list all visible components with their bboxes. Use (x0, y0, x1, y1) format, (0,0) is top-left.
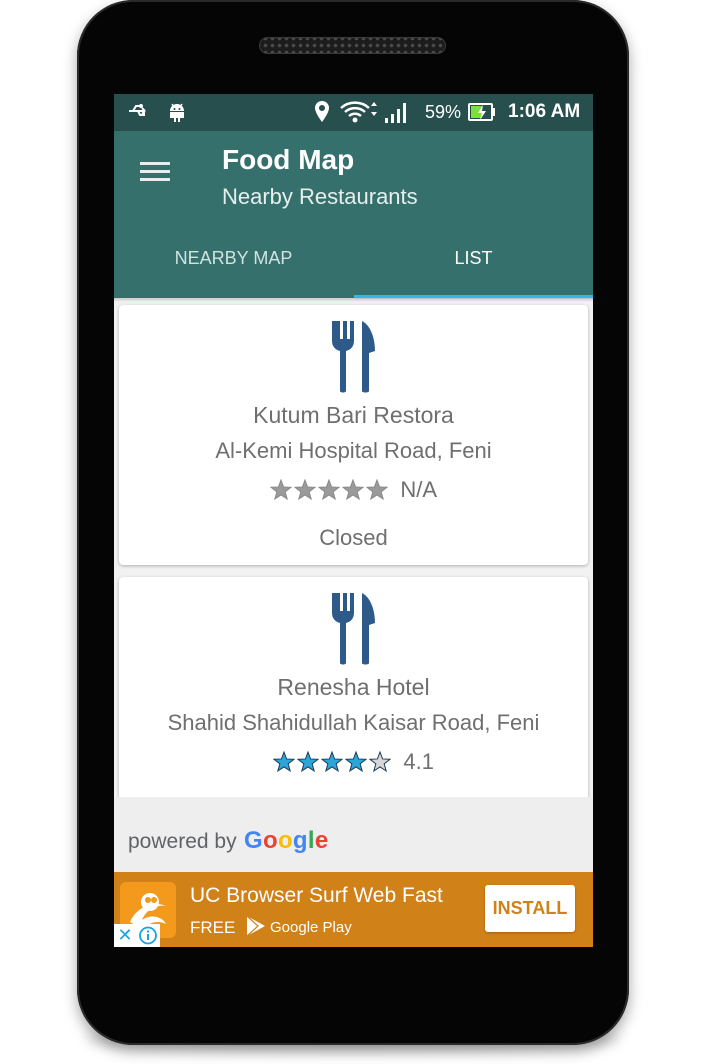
rating-stars (272, 751, 391, 773)
fork-knife-icon (329, 593, 377, 670)
star-icon (272, 751, 296, 773)
install-button[interactable]: INSTALL (485, 885, 575, 932)
ad-price: FREE (190, 918, 236, 937)
battery-percent: 59% (425, 102, 462, 122)
star-icon (296, 751, 320, 773)
app-bar-shadow (114, 298, 593, 302)
status-bar: 59% 1:06 AM (114, 94, 593, 131)
ad-title: UC Browser Surf Web Fast (190, 884, 443, 907)
phone-speaker (259, 37, 446, 54)
tab-nearby-map[interactable]: NEARBY MAP (114, 233, 353, 295)
app-screen: 59% 1:06 AM Food Map Nearby Restaurants … (114, 94, 593, 947)
clock: 1:06 AM (508, 101, 581, 122)
restaurant-address: Shahid Shahidullah Kaisar Road, Feni (167, 710, 540, 735)
restaurant-address: Al-Kemi Hospital Road, Feni (215, 438, 492, 463)
star-icon (365, 479, 388, 501)
restaurant-name: Kutum Bari Restora (253, 402, 454, 428)
android-debug-icon (168, 101, 186, 128)
google-logo: Google (244, 827, 329, 854)
app-subtitle: Nearby Restaurants (222, 184, 418, 209)
star-icon (269, 479, 293, 501)
google-play-label: Google Play (270, 919, 352, 936)
signal-icon (384, 102, 410, 129)
ad-close-icon[interactable]: ✕ (114, 924, 136, 947)
rating-stars (269, 479, 388, 501)
rating-row: N/A (119, 477, 588, 503)
star-icon (317, 479, 341, 501)
rating-row: 4.1 (119, 749, 588, 775)
star-icon (341, 479, 365, 501)
open-status: Closed (319, 525, 388, 550)
powered-by-google-bar: powered by Google (114, 797, 593, 872)
restaurant-name: Renesha Hotel (277, 674, 430, 700)
usb-icon (128, 103, 150, 124)
rating-value: 4.1 (403, 749, 435, 774)
ad-info-icon[interactable] (136, 924, 160, 947)
restaurant-card[interactable]: Renesha Hotel Shahid Shahidullah Kaisar … (119, 577, 588, 807)
star-icon (293, 479, 317, 501)
battery-charging-icon (468, 103, 496, 126)
google-play-icon (246, 915, 266, 942)
tab-list[interactable]: LIST (354, 233, 593, 295)
hamburger-menu-icon[interactable] (140, 161, 170, 188)
rating-value: N/A (400, 477, 438, 502)
location-icon (314, 101, 330, 128)
star-icon (344, 751, 368, 773)
ad-banner[interactable]: UC Browser Surf Web Fast FREE Google Pla… (114, 872, 593, 947)
powered-by-text: powered by (128, 830, 237, 853)
star-icon (320, 751, 344, 773)
star-icon (368, 751, 391, 773)
fork-knife-icon (329, 321, 377, 398)
app-title: Food Map (222, 144, 355, 175)
restaurant-card[interactable]: Kutum Bari Restora Al-Kemi Hospital Road… (119, 305, 588, 565)
wifi-icon (340, 100, 378, 131)
app-bar: Food Map Nearby Restaurants NEARBY MAP L… (114, 131, 593, 299)
